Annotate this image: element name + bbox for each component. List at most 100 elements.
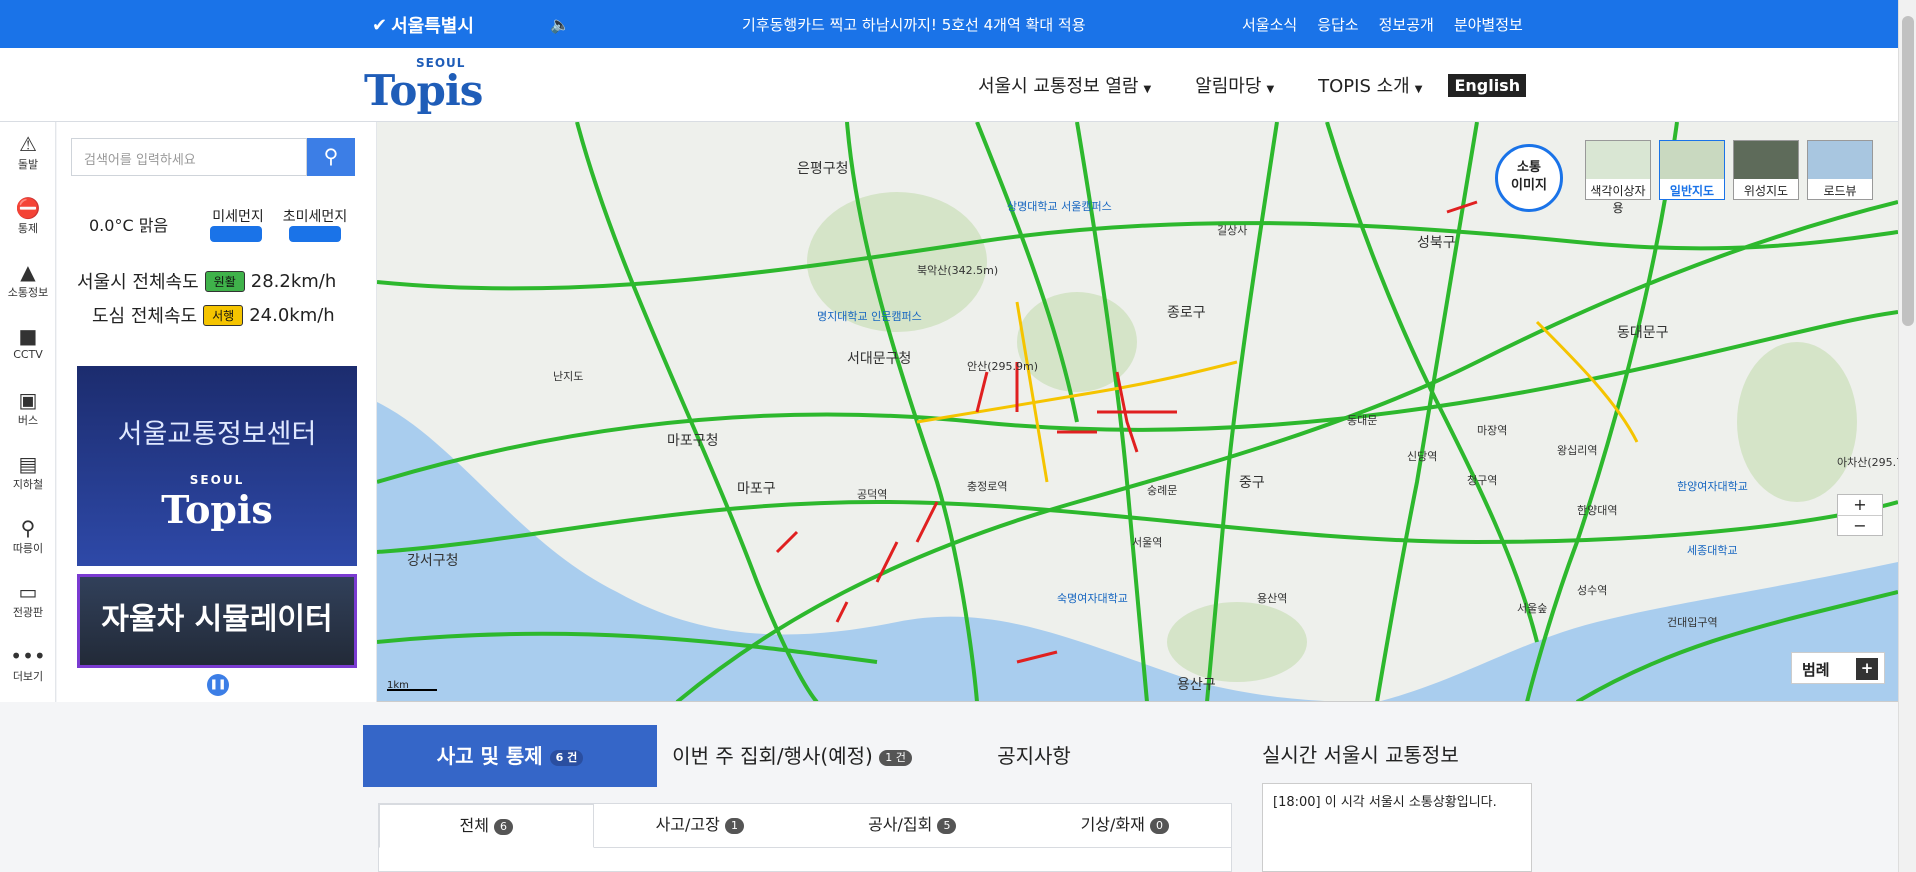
subtab-construction[interactable]: 공사/집회 5 [806,804,1019,848]
map-label: 난지도 [553,370,584,383]
maptype-roadview[interactable]: 로드뷰 [1807,140,1873,200]
leftnav-bus[interactable]: ▣ 버스 [0,388,56,428]
map-label: 동대문 [1347,414,1378,427]
ultrafine-dust-label: 초미세먼지 [282,209,348,225]
header: SEOUL Topis 서울시 교통정보 열람 ▼ 알림마당 ▼ TOPIS 소개 ▼… [0,48,1898,122]
tab-notices[interactable]: 공지사항 [927,725,1141,787]
city-speed-value: 28.2km/h [250,270,337,292]
maptype-label: 색각이상자용 [1590,184,1646,215]
subtab-accident[interactable]: 사고/고장 1 [593,804,806,848]
legend-button[interactable]: 범례 + [1791,652,1885,684]
camera-icon: ■ [18,324,38,348]
tab-incidents[interactable]: 사고 및 통제 6 건 [363,725,657,787]
status-badge: 서행 [203,304,244,326]
speaker-icon[interactable]: 🔈 [550,15,570,34]
subtab-weather[interactable]: 기상/화재 0 [1018,804,1231,848]
nav-topis-intro[interactable]: TOPIS 소개 ▼ [1318,72,1422,98]
link-seoul-news[interactable]: 서울소식 [1242,14,1297,35]
maptype-normal[interactable]: 일반지도 [1659,140,1725,200]
topis-logo[interactable]: SEOUL Topis [364,56,488,115]
siren-icon: ⚠ [19,132,37,156]
plus-icon: + [1856,658,1878,680]
tab-label: 이번 주 집회/행사(예정) [672,744,873,768]
map-label: 마장역 [1477,424,1508,437]
leftnav-label: 더보기 [12,670,44,683]
maptype-label: 위성지도 [1743,184,1789,198]
count-badge: 5 [937,817,957,834]
subtab-label: 사고/고장 [655,815,720,834]
map-label: 충정로역 [967,480,1008,493]
zoom-in-button[interactable]: + [1838,495,1882,515]
count-badge: 1 [724,817,744,834]
link-field-info[interactable]: 분야별정보 [1454,14,1523,35]
search-button[interactable]: ⚲ [307,138,355,176]
map-label: 청구역 [1467,474,1498,487]
weather: 0.0°C 맑음 [89,216,169,235]
leftnav-label: 돌발 [17,158,39,171]
map-thumbnail [1734,141,1798,179]
banner-topis[interactable]: 서울교통정보센터 SEOUL Topis [77,366,357,566]
banner-simulator[interactable]: 자율차 시뮬레이터 [77,574,357,668]
leftnav-incident[interactable]: ⚠ 돌발 [0,132,56,172]
map-thumbnail [1808,141,1872,179]
realtime-box[interactable]: [18:00] 이 시각 서울시 소통상황입니다. [1262,783,1532,872]
maptype-label: 로드뷰 [1823,184,1857,198]
traffic-map[interactable]: 서대문구청 종로구 중구 마포구 마포구청 용산구 성북구 동대문구 강서구청 … [377,122,1898,702]
link-info-disclosure[interactable]: 정보공개 [1379,14,1434,35]
road-icon: ▲ [20,260,36,284]
top-bar: ✔ 서울특별시 🔈 기후동행카드 찍고 하남시까지! 5호선 4개역 확대 적용… [0,0,1898,48]
link-eungdapso[interactable]: 응답소 [1317,14,1358,35]
leftnav-label: CCTV [13,348,43,361]
pause-icon[interactable]: ❚❚ [207,674,229,696]
map-label: 서울숲 [1517,602,1548,615]
count-badge: 0 [1149,817,1169,834]
leftnav-label: 따릉이 [12,542,44,555]
page-scrollbar[interactable] [1898,0,1916,872]
nav-traffic-info-label: 서울시 교통정보 열람 [978,76,1139,97]
map-label: 중구 [1239,475,1265,491]
leftnav-subway[interactable]: ▤ 지하철 [0,452,56,492]
nav-notice[interactable]: 알림마당 ▼ [1195,72,1274,98]
leftnav-control[interactable]: ⛔ 통제 [0,196,56,236]
tab-events[interactable]: 이번 주 집회/행사(예정) 1 건 [657,725,927,787]
map-label: 성수역 [1577,584,1608,597]
english-button[interactable]: English [1448,73,1527,97]
leftnav-bike[interactable]: ⚲ 따릉이 [0,516,56,556]
seoul-logo[interactable]: ✔ 서울특별시 [372,12,474,38]
scrollbar-thumb[interactable] [1902,16,1914,326]
leftnav-traffic[interactable]: ▲ 소통정보 [0,260,56,300]
maptype-satellite[interactable]: 위성지도 [1733,140,1799,200]
search-input[interactable]: 검색어를 입력하세요 [71,138,307,176]
subtab-all[interactable]: 전체 6 [379,804,594,848]
top-links: 서울소식 응답소 정보공개 분야별정보 [1242,14,1523,35]
maptype-colorblind[interactable]: 색각이상자용 [1585,140,1651,215]
map-label: 공덕역 [857,488,888,501]
map-label: 숙명여자대학교 [1057,592,1128,605]
leftnav-label: 전광판 [12,606,44,619]
leftnav-cctv[interactable]: ■ CCTV [0,324,56,361]
traffic-image-button[interactable]: 소통 이미지 [1495,144,1563,212]
notice-ticker[interactable]: 기후동행카드 찍고 하남시까지! 5호선 4개역 확대 적용 [742,14,1086,35]
leftnav-label: 소통정보 [7,286,49,299]
zoom-control: + − [1837,494,1883,536]
map-label: 명지대학교 인문캠퍼스 [817,310,922,323]
incident-subtabs: 전체 6 사고/고장 1 공사/집회 5 기상/화재 0 [378,803,1232,872]
bicycle-icon: ⚲ [20,516,36,540]
banner-title: 서울교통정보센터 [117,419,317,450]
downtown-speed: 도심 전체속도 서행 24.0km/h [92,302,335,328]
nav-traffic-info[interactable]: 서울시 교통정보 열람 ▼ [978,72,1151,98]
map-label: 숭례문 [1147,484,1178,497]
leftnav-more[interactable]: ••• 더보기 [0,644,56,684]
map-label: 왕십리역 [1557,444,1598,457]
banner-logo-small: SEOUL [189,473,245,487]
subtab-label: 전체 [459,816,489,835]
zoom-out-button[interactable]: − [1838,515,1882,535]
map-label: 한양대역 [1577,504,1618,517]
map-thumbnail [1586,141,1650,179]
subway-icon: ▤ [18,452,38,476]
map-label: 성북구 [1417,235,1456,251]
leftnav-vms[interactable]: ▭ 전광판 [0,580,56,620]
status-badge: 원활 [204,270,245,292]
chevron-down-icon: ▼ [1266,84,1275,95]
no-entry-icon: ⛔ [15,196,41,220]
